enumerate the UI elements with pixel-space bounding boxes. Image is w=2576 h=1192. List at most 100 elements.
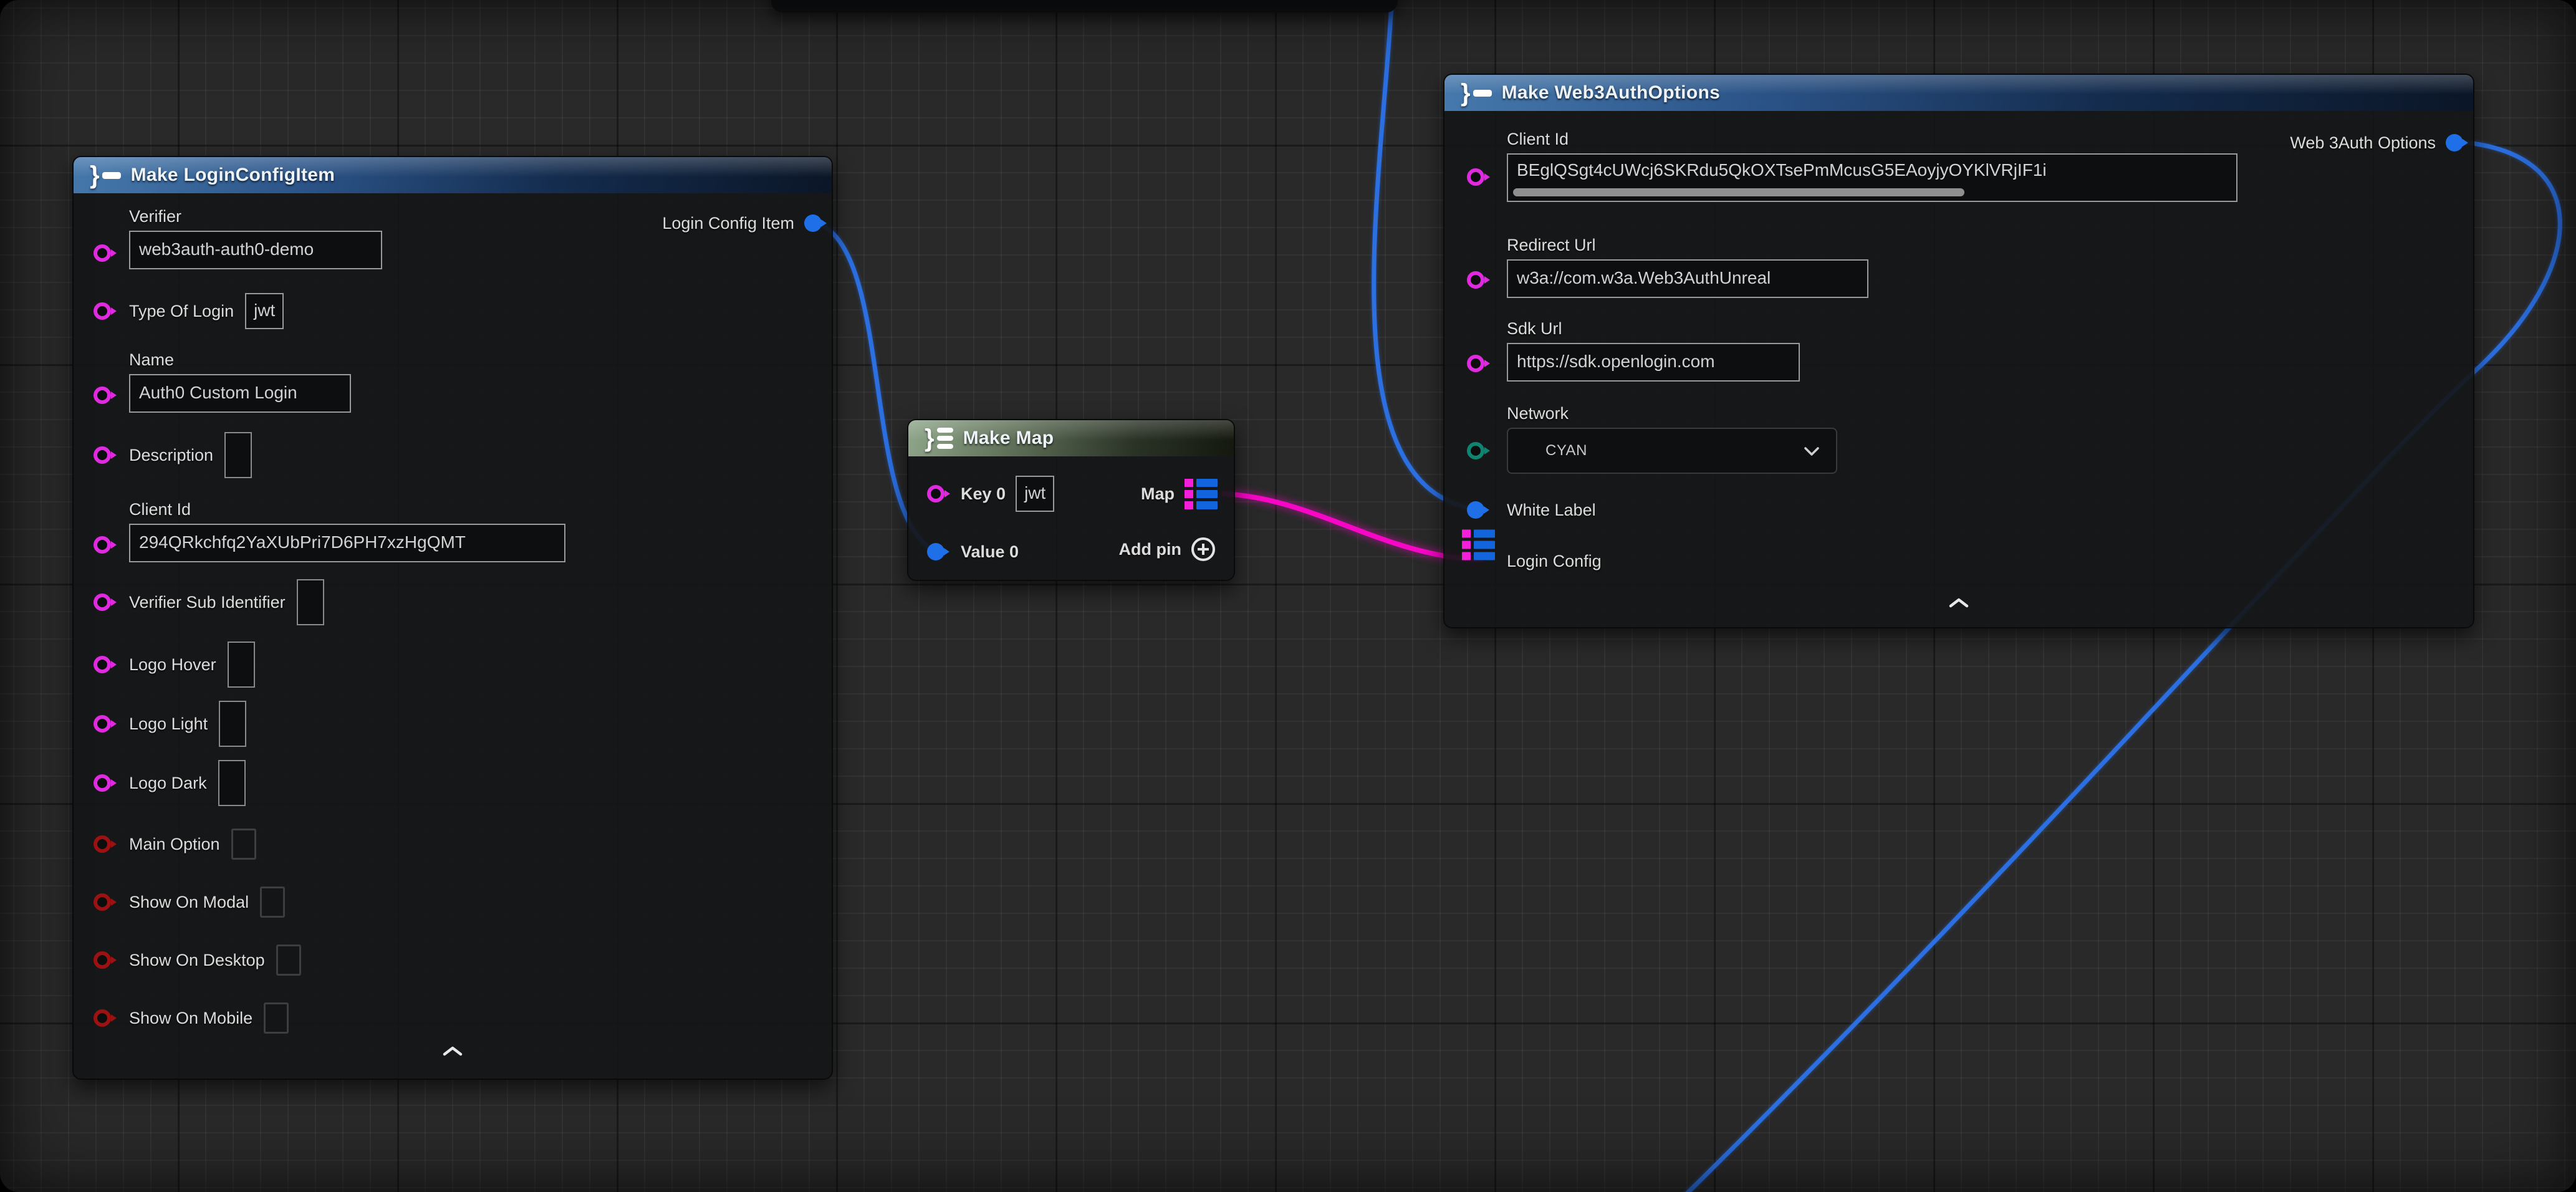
client-id-text: BEglQSgt4cUWcj6SKRdu5QkOXTsePmMcusG5EAoy…	[1517, 160, 2047, 180]
field-row-show-on-modal: Show On Modal	[74, 886, 832, 918]
client-id-pin[interactable]	[94, 536, 111, 554]
name-input[interactable]: Auth0 Custom Login	[129, 374, 351, 413]
make-struct-icon: }	[1461, 80, 1492, 105]
field-row-redirect-url: Redirect Url w3a://com.w3a.Web3AuthUnrea…	[1444, 236, 2473, 298]
client-id-pin[interactable]	[1467, 168, 1484, 186]
show-on-desktop-checkbox[interactable]	[276, 944, 301, 976]
map-output-label: Map	[1141, 484, 1175, 504]
make-struct-icon: }	[90, 163, 121, 188]
add-pin-button[interactable]: Add pin	[1119, 537, 1215, 561]
field-row-verifier: Verifier web3auth-auth0-demo	[74, 207, 832, 269]
logo-dark-pin[interactable]	[94, 774, 111, 792]
logo-light-input[interactable]	[219, 701, 246, 747]
show-on-modal-label: Show On Modal	[129, 893, 249, 912]
value-0-pin[interactable]	[927, 543, 944, 560]
network-label: Network	[1507, 404, 2473, 423]
logo-hover-input[interactable]	[228, 642, 255, 688]
show-on-mobile-pin[interactable]	[94, 1009, 111, 1027]
field-row-main-option: Main Option	[74, 828, 832, 860]
make-map-icon: }	[925, 425, 953, 452]
field-row-network: Network CYAN	[1444, 404, 2473, 474]
client-id-input[interactable]: BEglQSgt4cUWcj6SKRdu5QkOXTsePmMcusG5EAoy…	[1507, 153, 2237, 202]
add-pin-plus-icon	[1191, 537, 1215, 561]
field-row-show-on-mobile: Show On Mobile	[74, 1002, 832, 1034]
field-row-client-id: Client Id BEglQSgt4cUWcj6SKRdu5QkOXTsePm…	[1444, 130, 2473, 202]
collapse-chevron-icon[interactable]	[1948, 597, 1969, 612]
node-make-web3authoptions[interactable]: } Make Web3AuthOptions Web 3Auth Options…	[1443, 74, 2474, 628]
logo-hover-pin[interactable]	[94, 656, 111, 673]
field-row-show-on-desktop: Show On Desktop	[74, 944, 832, 976]
network-pin[interactable]	[1467, 442, 1484, 459]
node-header-make-map[interactable]: } Make Map	[908, 420, 1234, 456]
verifier-pin[interactable]	[94, 244, 111, 262]
field-row-client-id: Client Id 294QRkchfq2YaXUbPri7D6PH7xzHgQ…	[74, 500, 832, 562]
verifier-label: Verifier	[129, 207, 832, 226]
field-row-verifier-sub-identifier: Verifier Sub Identifier	[74, 579, 832, 626]
white-label-label: White Label	[1507, 501, 1596, 520]
logo-hover-label: Logo Hover	[129, 655, 216, 675]
show-on-desktop-pin[interactable]	[94, 951, 111, 969]
main-option-checkbox[interactable]	[231, 829, 256, 860]
type-of-login-label: Type Of Login	[129, 302, 234, 321]
field-row-sdk-url: Sdk Url https://sdk.openlogin.com	[1444, 319, 2473, 382]
map-output-pin[interactable]	[1185, 479, 1218, 509]
description-label: Description	[129, 446, 213, 465]
node-make-loginconfigitem[interactable]: } Make LoginConfigItem Login Config Item…	[72, 156, 833, 1080]
client-id-input[interactable]: 294QRkchfq2YaXUbPri7D6PH7xzHgQMT	[129, 524, 565, 562]
description-input[interactable]	[224, 432, 252, 478]
node-title: Make Web3AuthOptions	[1502, 82, 1720, 103]
sdk-url-pin[interactable]	[1467, 355, 1484, 372]
redirect-url-label: Redirect Url	[1507, 236, 2473, 255]
field-row-logo-hover: Logo Hover	[74, 641, 832, 688]
main-option-pin[interactable]	[94, 835, 111, 853]
logo-light-label: Logo Light	[129, 714, 208, 734]
offscreen-node-bottom-edge[interactable]	[771, 0, 1398, 12]
login-config-pin[interactable]	[1462, 530, 1495, 560]
blueprint-graph-canvas[interactable]: } Make LoginConfigItem Login Config Item…	[0, 0, 2576, 1192]
output-row-map: Map	[1095, 476, 1218, 511]
node-make-map[interactable]: } Make Map Key 0 jwt Map Value 0 Add pin	[907, 419, 1235, 581]
node-header-make-loginconfigitem[interactable]: } Make LoginConfigItem	[74, 157, 832, 193]
key-0-label: Key 0	[961, 484, 1006, 504]
show-on-desktop-label: Show On Desktop	[129, 951, 265, 970]
key-0-pin[interactable]	[927, 485, 944, 502]
white-label-pin[interactable]	[1467, 501, 1484, 519]
value-0-label: Value 0	[961, 542, 1019, 562]
node-title: Make Map	[963, 428, 1054, 449]
verifier-sub-identifier-pin[interactable]	[94, 594, 111, 611]
client-id-label: Client Id	[129, 500, 832, 519]
verifier-sub-identifier-input[interactable]	[297, 579, 324, 625]
show-on-mobile-label: Show On Mobile	[129, 1009, 252, 1028]
sdk-url-label: Sdk Url	[1507, 319, 2473, 339]
client-id-label: Client Id	[1507, 130, 2473, 149]
key-0-input[interactable]: jwt	[1016, 476, 1054, 512]
redirect-url-input[interactable]: w3a://com.w3a.Web3AuthUnreal	[1507, 259, 1868, 298]
show-on-mobile-checkbox[interactable]	[264, 1002, 289, 1034]
logo-dark-input[interactable]	[218, 760, 246, 806]
sdk-url-input[interactable]: https://sdk.openlogin.com	[1507, 343, 1800, 382]
name-label: Name	[129, 350, 832, 370]
redirect-url-pin[interactable]	[1467, 271, 1484, 289]
field-row-login-config: Login Config	[1444, 544, 2473, 579]
logo-light-pin[interactable]	[94, 715, 111, 733]
verifier-input[interactable]: web3auth-auth0-demo	[129, 231, 382, 269]
node-header-make-web3authoptions[interactable]: } Make Web3AuthOptions	[1444, 75, 2473, 111]
type-of-login-input[interactable]: jwt	[245, 293, 284, 329]
type-of-login-pin[interactable]	[94, 302, 111, 320]
field-row-description: Description	[74, 431, 832, 479]
show-on-modal-pin[interactable]	[94, 893, 111, 911]
show-on-modal-checkbox[interactable]	[260, 887, 285, 918]
description-pin[interactable]	[94, 446, 111, 464]
field-row-logo-light: Logo Light	[74, 700, 832, 747]
field-row-logo-dark: Logo Dark	[74, 759, 832, 807]
name-pin[interactable]	[94, 387, 111, 404]
main-option-label: Main Option	[129, 835, 220, 854]
verifier-sub-identifier-label: Verifier Sub Identifier	[129, 593, 286, 612]
network-selected-value: CYAN	[1545, 442, 1587, 459]
collapse-chevron-icon[interactable]	[442, 1045, 463, 1060]
horizontal-scrollbar[interactable]	[1513, 188, 1964, 196]
add-pin-label: Add pin	[1119, 540, 1181, 559]
login-config-label: Login Config	[1507, 552, 1602, 571]
network-dropdown[interactable]: CYAN	[1507, 428, 1837, 474]
node-title: Make LoginConfigItem	[131, 165, 335, 186]
